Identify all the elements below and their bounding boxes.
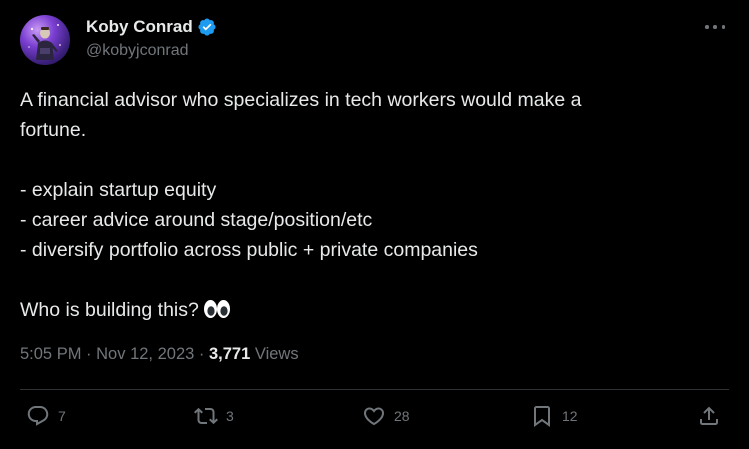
more-options-icon[interactable]	[705, 20, 725, 34]
meta-separator: ·	[198, 345, 205, 363]
reply-count: 7	[58, 408, 66, 424]
handle[interactable]: @kobyjconrad	[86, 42, 217, 60]
tweet-line: - diversify portfolio across public + pr…	[20, 239, 478, 261]
tweet-line-question: Who is building this?	[20, 295, 720, 325]
name-row: Koby Conrad	[86, 16, 217, 38]
reply-icon	[27, 406, 49, 426]
share-icon	[700, 406, 718, 425]
heart-icon	[363, 407, 385, 426]
author-block: Koby Conrad @kobyjconrad	[86, 16, 217, 60]
divider	[20, 389, 729, 390]
views-label: Views	[254, 345, 299, 363]
tweet-line: A financial advisor who specializes in t…	[20, 89, 582, 111]
like-count: 28	[394, 408, 410, 424]
bookmark-button[interactable]: 12	[530, 404, 578, 428]
bookmark-icon	[534, 406, 550, 427]
tweet-meta: 5:05 PM · Nov 12, 2023 · 3,771 Views	[20, 345, 299, 364]
retweet-count: 3	[226, 408, 234, 424]
display-name[interactable]: Koby Conrad	[86, 17, 193, 37]
tweet-line: - explain startup equity	[20, 179, 217, 201]
retweet-icon	[194, 407, 218, 425]
reply-button[interactable]: 7	[26, 404, 66, 428]
like-button[interactable]: 28	[362, 404, 410, 428]
tweet-time[interactable]: 5:05 PM	[20, 345, 81, 363]
tweet-date[interactable]: Nov 12, 2023	[96, 345, 194, 363]
eyes-emoji-icon	[203, 298, 231, 320]
retweet-button[interactable]: 3	[194, 404, 234, 428]
tweet-card: Koby Conrad @kobyjconrad A financial adv…	[0, 0, 749, 449]
tweet-line: fortune.	[20, 119, 87, 141]
verified-badge-icon	[197, 17, 217, 37]
views-count: 3,771	[208, 345, 251, 363]
share-button[interactable]	[697, 404, 721, 428]
meta-separator: ·	[86, 345, 92, 363]
tweet-line: Who is building this?	[20, 299, 199, 321]
tweet-text: A financial advisor who specializes in t…	[20, 85, 720, 325]
avatar-image	[28, 24, 61, 60]
action-bar: 7 3 28 12	[0, 400, 749, 436]
bookmark-count: 12	[562, 408, 578, 424]
avatar[interactable]	[20, 15, 70, 65]
tweet-line: - career advice around stage/position/et…	[20, 209, 373, 231]
